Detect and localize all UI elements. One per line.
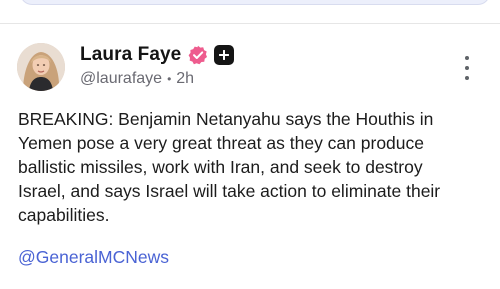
meta-row: @laurafaye • 2h	[80, 70, 234, 88]
kebab-dot	[465, 66, 469, 70]
more-vertical-icon[interactable]	[456, 55, 478, 81]
name-row: Laura Faye	[80, 43, 235, 67]
post-timestamp: 2h	[176, 70, 195, 87]
previous-content-strip	[0, 0, 500, 22]
previous-card	[20, 0, 490, 5]
plus-badge-icon	[214, 45, 235, 65]
avatar-image	[17, 43, 65, 91]
author-name[interactable]: Laura Faye	[80, 44, 181, 66]
post-body-line: ballistic missiles, work with Iran, and …	[18, 157, 423, 177]
post-body-line: BREAKING: Benjamin Netanyahu says the Ho…	[18, 109, 434, 129]
mention-link[interactable]: @GeneralMCNews	[18, 245, 169, 269]
verified-badge-icon	[188, 45, 208, 65]
author-handle[interactable]: @laurafaye	[80, 70, 162, 88]
avatar[interactable]	[17, 43, 65, 91]
post-body-line: Israel, and says Israel will take action…	[18, 181, 441, 201]
post-body: BREAKING: Benjamin Netanyahu says the Ho…	[18, 107, 488, 227]
post-body-line: Yemen pose a very great threat as they c…	[18, 133, 424, 153]
post-header: Laura Faye @laurafaye • 2h	[80, 43, 235, 93]
kebab-dot	[465, 76, 469, 80]
post-card: Laura Faye @laurafaye • 2h BREAKING: Ben…	[0, 24, 500, 289]
separator-dot: •	[167, 72, 172, 86]
post-body-line: capabilities.	[18, 205, 110, 225]
kebab-dot	[465, 56, 469, 60]
